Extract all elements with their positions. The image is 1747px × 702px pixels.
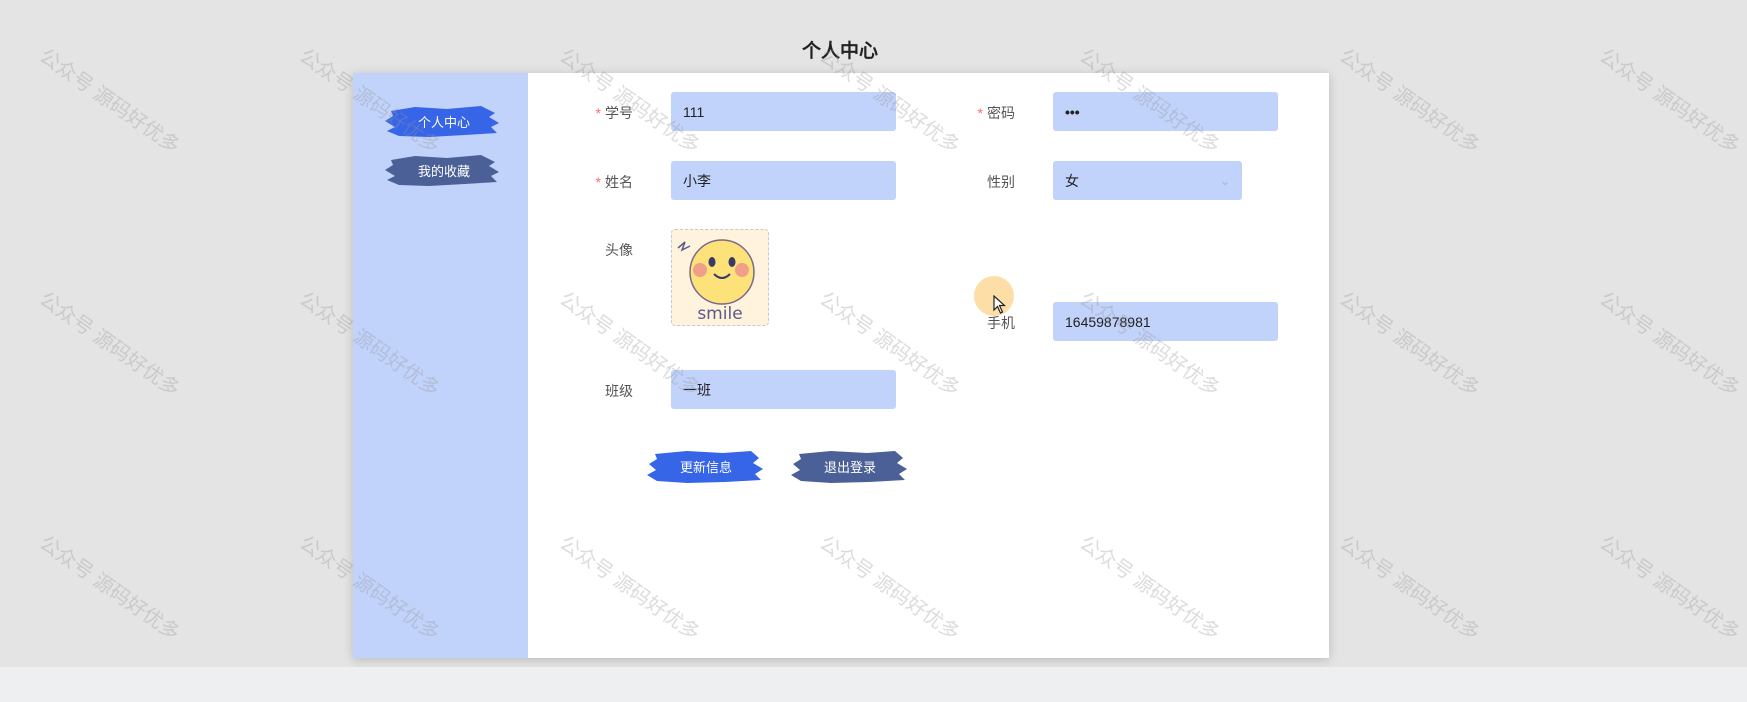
phone-label: 手机	[987, 315, 1015, 331]
smile-avatar-image: smile	[677, 239, 755, 324]
profile-panel: 个人中心 我的收藏 * 学号 111 * 密码 ••• * 姓名 小李 性别 女 ⌄	[353, 73, 1329, 658]
avatar-label: 头像	[605, 242, 633, 258]
watermark: 公众号 源码好优多	[1335, 532, 1484, 646]
watermark: 公众号 源码好优多	[1335, 288, 1484, 402]
required-mark: *	[595, 105, 601, 121]
logout-button[interactable]: 退出登录	[791, 446, 909, 486]
sidebar: 个人中心 我的收藏	[353, 73, 528, 658]
watermark: 公众号 源码好优多	[1595, 532, 1744, 646]
password-field[interactable]: •••	[1053, 92, 1278, 131]
chevron-down-icon: ⌄	[1219, 173, 1230, 188]
class-label: 班级	[605, 383, 633, 399]
logout-label: 退出登录	[823, 459, 876, 475]
sidebar-item-label: 我的收藏	[417, 163, 470, 179]
mouse-cursor-icon	[993, 295, 1007, 314]
page: 个人中心 个人中心 我的收藏 * 学号 111 * 密码 ••• * 姓名 小李…	[0, 0, 1747, 702]
required-mark: *	[977, 105, 983, 121]
sidebar-item-label: 个人中心	[417, 114, 470, 130]
update-info-button[interactable]: 更新信息	[647, 446, 765, 486]
password-label: * 密码	[977, 105, 1015, 121]
name-field[interactable]: 小李	[671, 161, 896, 200]
sidebar-item-profile[interactable]: 个人中心	[385, 101, 503, 141]
phone-field[interactable]: 16459878981	[1053, 302, 1278, 341]
name-label: * 姓名	[595, 174, 633, 190]
gender-value: 女	[1065, 172, 1079, 189]
svg-text:smile: smile	[697, 304, 742, 324]
student-id-label: * 学号	[595, 105, 633, 121]
gender-select[interactable]: 女 ⌄	[1053, 161, 1242, 200]
bottom-band	[0, 667, 1747, 702]
sidebar-item-favorites[interactable]: 我的收藏	[385, 150, 503, 190]
page-title: 个人中心	[801, 41, 878, 62]
watermark: 公众号 源码好优多	[35, 288, 184, 402]
watermark: 公众号 源码好优多	[35, 532, 184, 646]
student-id-field[interactable]: 111	[671, 92, 896, 131]
watermark: 公众号 源码好优多	[1595, 288, 1744, 402]
avatar-upload[interactable]: smile	[671, 229, 769, 326]
gender-label: 性别	[987, 174, 1015, 190]
required-mark: *	[595, 174, 601, 190]
update-info-label: 更新信息	[679, 459, 732, 475]
class-field[interactable]: 一班	[671, 370, 896, 409]
